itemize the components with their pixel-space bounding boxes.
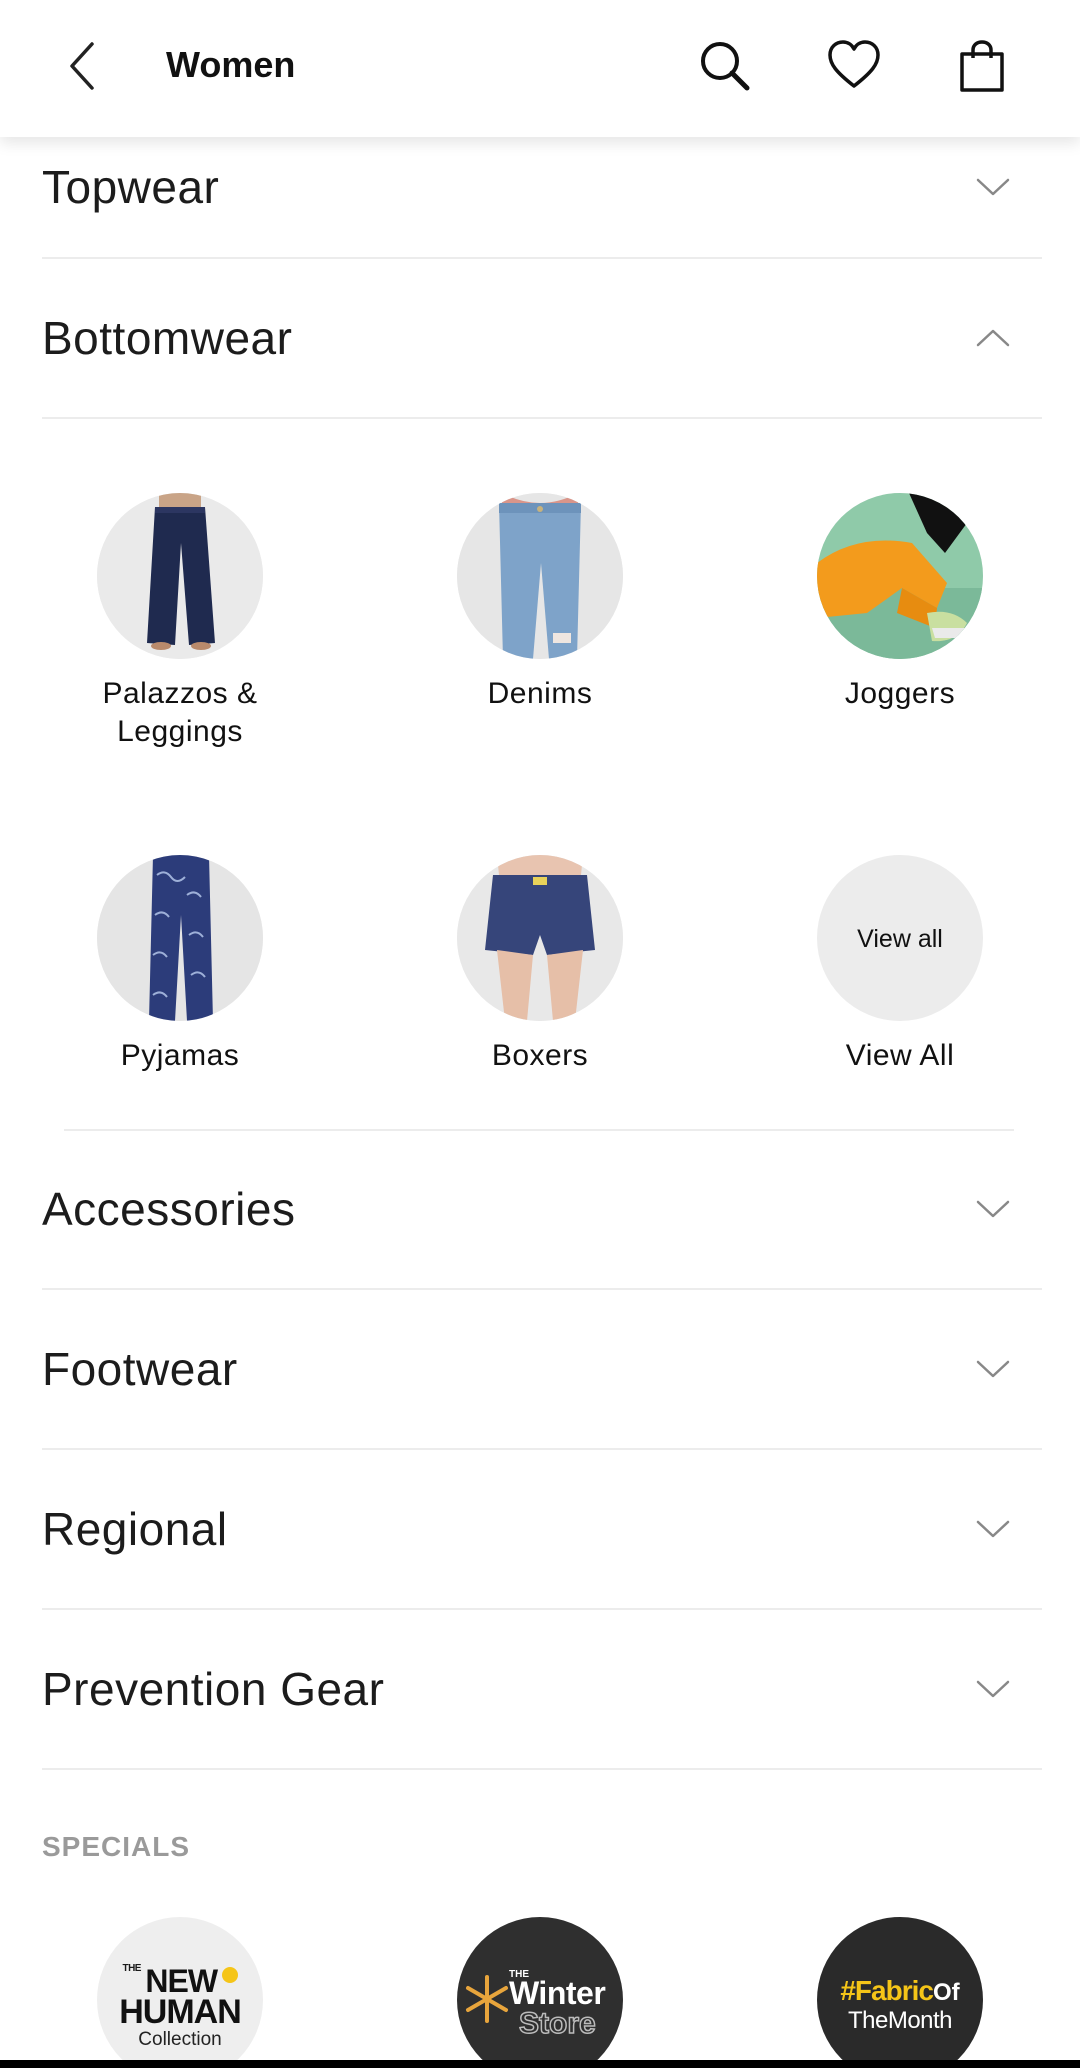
special-line3: Collection (138, 2029, 222, 2050)
category-label: Footwear (42, 1343, 238, 1395)
special-fabric-of-the-month[interactable]: #FabricOf TheMonth (817, 1917, 983, 2068)
heart-icon[interactable] (824, 36, 884, 96)
category-label: Regional (42, 1503, 228, 1555)
category-bottomwear[interactable]: Bottomwear (42, 259, 1042, 419)
subcategory-pyjamas[interactable]: Pyjamas (30, 855, 330, 1075)
chevron-down-icon (976, 1680, 1010, 1698)
subcategory-label: Denims (487, 677, 593, 710)
palazzos-image (97, 493, 263, 659)
category-topwear[interactable]: Topwear (42, 117, 1042, 259)
category-label: Topwear (42, 161, 220, 213)
subcategory-label: Joggers (844, 677, 956, 710)
back-arrow-icon[interactable] (60, 36, 104, 96)
special-winter-store[interactable]: THE Winter Store (457, 1917, 623, 2068)
chevron-down-icon (976, 1360, 1010, 1378)
shopping-bag-icon[interactable] (952, 36, 1012, 96)
category-label: Accessories (42, 1183, 296, 1235)
category-regional[interactable]: Regional (42, 1450, 1042, 1610)
view-all-circle: View all (817, 855, 983, 1021)
subcategory-palazzos-leggings[interactable]: Palazzos & Leggings (30, 493, 330, 751)
page-title: Women (166, 44, 296, 85)
category-label: Prevention Gear (42, 1663, 385, 1715)
special-line1: #Fabric (840, 1975, 934, 2006)
subcategory-label: Boxers (491, 1039, 589, 1072)
pyjamas-image (97, 855, 263, 1021)
chevron-down-icon (976, 1520, 1010, 1538)
special-line2: TheMonth (847, 2007, 953, 2034)
subcategory-label: Palazzos & Leggings (102, 677, 258, 748)
specials-heading: SPECIALS (42, 1831, 191, 1862)
subcategory-view-all[interactable]: View all View All (750, 855, 1050, 1075)
category-label: Bottomwear (42, 312, 293, 364)
special-line2: HUMAN (119, 1993, 242, 2031)
snowflake-icon (466, 1975, 508, 2023)
category-accessories[interactable]: Accessories (42, 1130, 1042, 1290)
special-line1b: Of (932, 1979, 960, 2006)
subcategory-boxers[interactable]: Boxers (390, 855, 690, 1075)
app-header: Women (0, 0, 1080, 137)
chevron-up-icon (976, 329, 1010, 347)
chevron-down-icon (976, 1200, 1010, 1218)
chevron-down-icon (976, 178, 1010, 196)
special-the-label: THE (122, 1963, 141, 1974)
bottom-edge (0, 2060, 1080, 2068)
category-prevention-gear[interactable]: Prevention Gear (42, 1610, 1042, 1770)
special-new-human-collection[interactable]: THE NEW HUMAN Collection (97, 1917, 263, 2068)
subcategory-joggers[interactable]: Joggers (750, 493, 1050, 713)
smiley-icon (221, 1967, 238, 1983)
joggers-image (817, 493, 983, 659)
search-icon[interactable] (695, 36, 755, 96)
category-footwear[interactable]: Footwear (42, 1290, 1042, 1450)
subcategory-denims[interactable]: Denims (390, 493, 690, 713)
special-line2: Store (518, 2006, 596, 2041)
boxers-image (457, 855, 623, 1021)
denims-image (457, 493, 623, 659)
view-all-circle-text: View all (857, 925, 943, 953)
subcategory-label: Pyjamas (120, 1039, 240, 1072)
subcategory-label: View All (845, 1039, 955, 1072)
